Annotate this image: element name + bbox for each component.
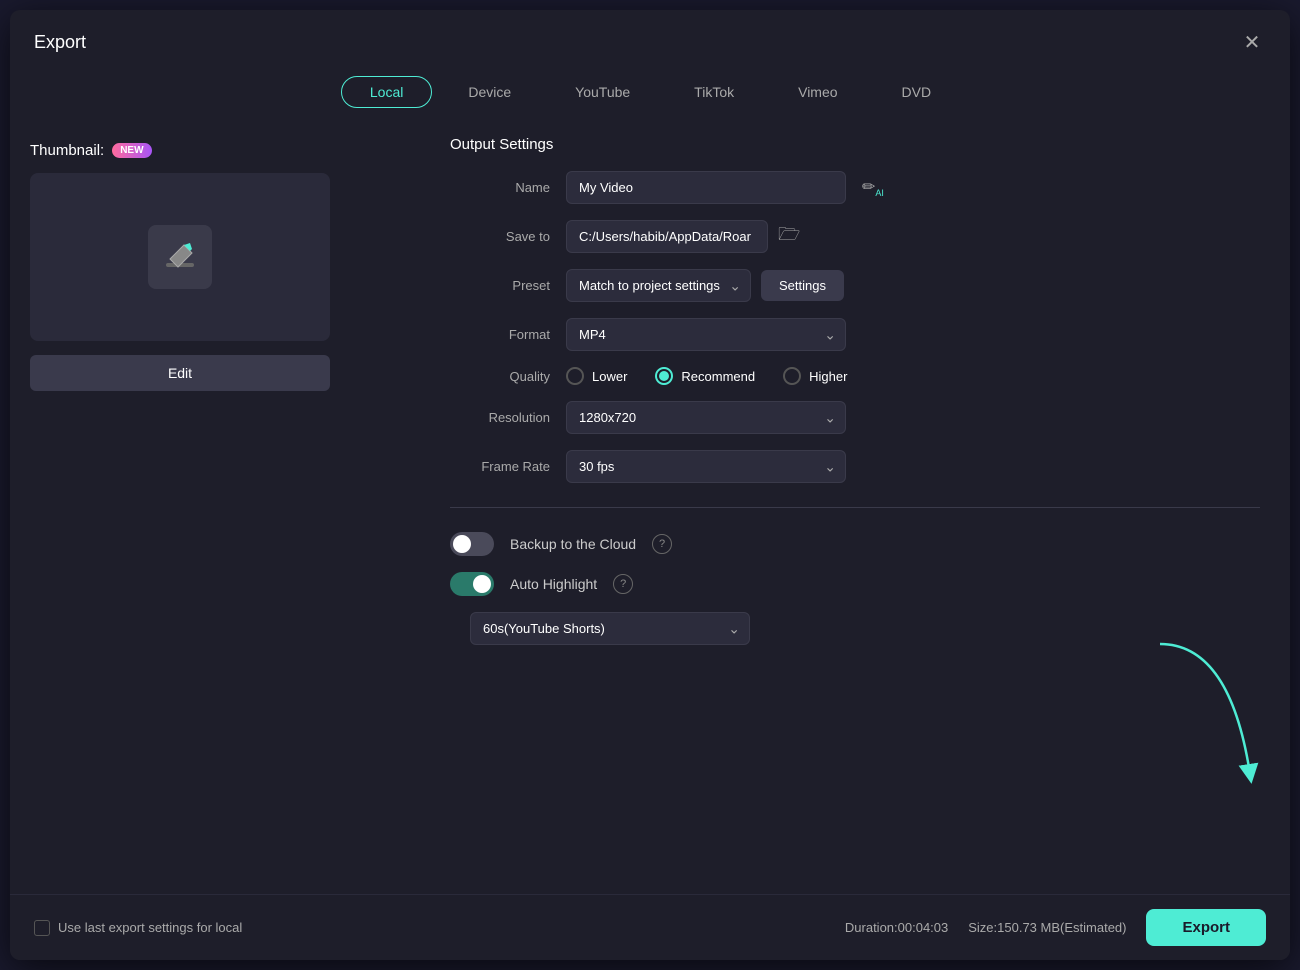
resolution-label: Resolution (450, 410, 550, 425)
resolution-select-wrapper: 1280x720 (566, 401, 846, 434)
folder-icon[interactable]: 🗁 (778, 222, 800, 252)
frame-rate-select[interactable]: 30 fps (566, 450, 846, 483)
name-input[interactable] (566, 171, 846, 204)
frame-rate-select-wrapper: 30 fps (566, 450, 846, 483)
quality-recommend-label: Recommend (681, 369, 755, 384)
quality-lower-label: Lower (592, 369, 627, 384)
resolution-row: Resolution 1280x720 (450, 401, 1260, 434)
ai-icon[interactable]: ✏AI (862, 177, 884, 198)
settings-divider (450, 507, 1260, 508)
duration-info: Duration:00:04:03 (845, 920, 948, 935)
radio-lower (566, 367, 584, 385)
new-badge: NEW (112, 143, 151, 158)
tab-tiktok[interactable]: TikTok (666, 76, 762, 108)
backup-label: Backup to the Cloud (510, 536, 636, 552)
last-export-label: Use last export settings for local (58, 920, 242, 935)
format-select-wrapper: MP4 (566, 318, 846, 351)
name-row: Name ✏AI (450, 171, 1260, 204)
tab-device[interactable]: Device (440, 76, 539, 108)
radio-recommend (655, 367, 673, 385)
edit-button[interactable]: Edit (30, 355, 330, 391)
close-button[interactable]: ✕ (1238, 28, 1266, 56)
dialog-title: Export (34, 32, 86, 53)
frame-rate-row: Frame Rate 30 fps (450, 450, 1260, 483)
pencil-icon (162, 239, 198, 275)
highlight-duration-wrapper: 60s(YouTube Shorts) (470, 612, 750, 645)
tab-vimeo[interactable]: Vimeo (770, 76, 865, 108)
export-dialog: Export ✕ Local Device YouTube TikTok Vim… (10, 10, 1290, 960)
preset-input-row: Match to project settings Settings (566, 269, 844, 302)
tab-dvd[interactable]: DVD (874, 76, 960, 108)
format-select[interactable]: MP4 (566, 318, 846, 351)
quality-label: Quality (450, 369, 550, 384)
settings-grid: Name ✏AI Save to 🗁 Preset (450, 171, 1260, 645)
backup-row: Backup to the Cloud ? (450, 532, 1260, 556)
tab-youtube[interactable]: YouTube (547, 76, 658, 108)
right-panel: Output Settings Name ✏AI Save to 🗁 (430, 132, 1270, 894)
name-label: Name (450, 180, 550, 195)
quality-options: Lower Recommend Higher (566, 367, 847, 385)
left-panel: Thumbnail: NEW Edit (30, 132, 410, 894)
radio-higher (783, 367, 801, 385)
auto-highlight-row: Auto Highlight ? (450, 572, 1260, 596)
highlight-duration-select[interactable]: 60s(YouTube Shorts) (470, 612, 750, 645)
tabs-bar: Local Device YouTube TikTok Vimeo DVD (10, 66, 1290, 122)
save-to-input[interactable] (566, 220, 768, 253)
backup-help-icon[interactable]: ? (652, 534, 672, 554)
highlight-duration-row: 60s(YouTube Shorts) (470, 612, 1260, 645)
preset-row: Preset Match to project settings Setting… (450, 269, 1260, 302)
resolution-select[interactable]: 1280x720 (566, 401, 846, 434)
save-to-row: Save to 🗁 (450, 220, 1260, 253)
format-label: Format (450, 327, 550, 342)
save-to-input-row: 🗁 (566, 220, 800, 253)
last-export-checkbox-label[interactable]: Use last export settings for local (34, 920, 242, 936)
auto-highlight-help-icon[interactable]: ? (613, 574, 633, 594)
size-info: Size:150.73 MB(Estimated) (968, 920, 1126, 935)
format-row: Format MP4 (450, 318, 1260, 351)
quality-lower[interactable]: Lower (566, 367, 627, 385)
save-to-label: Save to (450, 229, 550, 244)
quality-row: Quality Lower Recommend Higher (450, 367, 1260, 385)
thumbnail-label-row: Thumbnail: NEW (30, 142, 410, 159)
auto-highlight-label: Auto Highlight (510, 576, 597, 592)
output-settings-title: Output Settings (450, 136, 1260, 153)
preset-label: Preset (450, 278, 550, 293)
tab-local[interactable]: Local (341, 76, 432, 108)
preset-select-wrapper: Match to project settings (566, 269, 751, 302)
thumbnail-text: Thumbnail: (30, 142, 104, 159)
backup-toggle[interactable] (450, 532, 494, 556)
preset-select[interactable]: Match to project settings (566, 269, 751, 302)
thumbnail-preview (30, 173, 330, 341)
export-button[interactable]: Export (1146, 909, 1266, 946)
settings-button[interactable]: Settings (761, 270, 844, 301)
quality-recommend[interactable]: Recommend (655, 367, 755, 385)
arrow-annotation (1140, 634, 1270, 794)
quality-higher-label: Higher (809, 369, 847, 384)
thumbnail-icon-box (148, 225, 212, 289)
last-export-checkbox[interactable] (34, 920, 50, 936)
title-bar: Export ✕ (10, 10, 1290, 66)
footer: Use last export settings for local Durat… (10, 894, 1290, 960)
auto-highlight-toggle[interactable] (450, 572, 494, 596)
quality-higher[interactable]: Higher (783, 367, 847, 385)
main-content: Thumbnail: NEW Edit Output Settings (10, 122, 1290, 894)
frame-rate-label: Frame Rate (450, 459, 550, 474)
